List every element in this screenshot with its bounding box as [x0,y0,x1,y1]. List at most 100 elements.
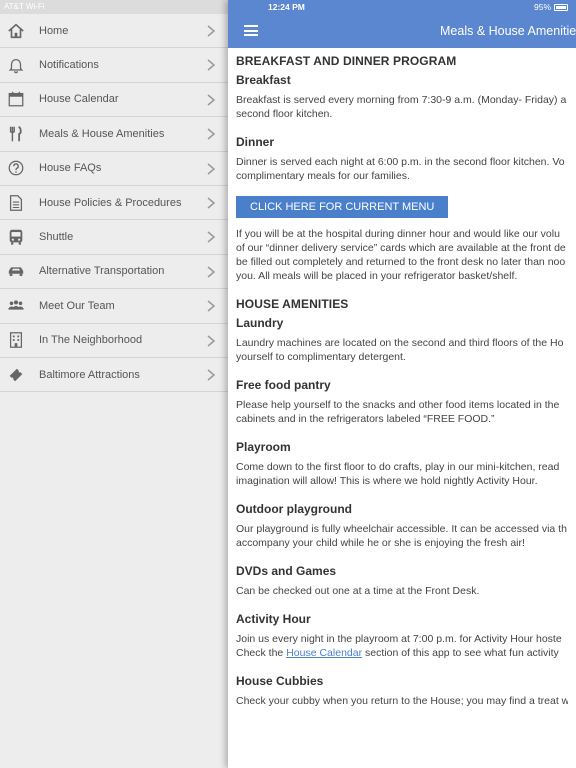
bell-icon [7,56,25,74]
ticket-icon [7,366,25,384]
text-line: Breakfast is served every morning from 7… [236,94,567,106]
building-icon [7,331,25,349]
text-line: second floor kitchen. [236,108,333,120]
playground-heading: Outdoor playground [236,502,352,516]
sidebar-item-label: Notifications [39,59,99,72]
sidebar: AT&T Wi-Fi Home Notifications House Cale… [0,0,228,768]
sidebar-item-label: House Calendar [39,93,119,106]
text-line: Check your cubby when you return to the … [236,695,568,707]
current-menu-button[interactable]: CLICK HERE FOR CURRENT MENU [236,196,449,218]
text-line: If you will be at the hospital during di… [236,228,560,240]
sidebar-status-bar: AT&T Wi-Fi [0,0,228,14]
dinner-text: Dinner is served each night at 6:00 p.m.… [236,155,568,183]
content-area: BREAKFAST AND DINNER PROGRAM Breakfast B… [228,48,568,722]
program-heading: BREAKFAST AND DINNER PROGRAM [236,54,457,68]
amenities-heading: HOUSE AMENITIES [236,297,349,311]
fork-knife-icon [7,125,25,143]
text-line: you. All meals will be placed in your re… [236,270,518,282]
sidebar-item-label: In The Neighborhood [39,334,143,347]
dinner-heading: Dinner [236,135,275,149]
playroom-text: Come down to the first floor to do craft… [236,460,568,488]
text-line: Check the House Calendar section of this… [236,646,568,660]
chevron-right-icon [207,197,216,209]
pantry-heading: Free food pantry [236,378,331,392]
question-icon [7,159,25,177]
status-bar: 12:24 PM 95% [228,0,576,14]
text-line: cabinets and in the refrigerators labele… [236,413,495,425]
battery-fill [556,5,566,9]
sidebar-item-house-calendar[interactable]: House Calendar [0,83,228,118]
sidebar-item-home[interactable]: Home [0,14,228,49]
text-line: imagination will allow! This is where we… [236,475,538,487]
sidebar-item-house-faqs[interactable]: House FAQs [0,152,228,186]
cubbies-heading: House Cubbies [236,674,324,688]
chevron-right-icon [207,162,216,175]
playroom-heading: Playroom [236,440,291,454]
breakfast-heading: Breakfast [236,73,291,87]
text-line: Dinner is served each night at 6:00 p.m.… [236,156,565,168]
sidebar-item-label: Shuttle [39,231,74,244]
bus-icon [7,228,25,246]
navbar: Meals & House Amenities [228,14,576,48]
house-calendar-link[interactable]: House Calendar [286,647,362,659]
sidebar-item-meet-our-team[interactable]: Meet Our Team [0,289,228,324]
sidebar-item-house-policies[interactable]: House Policies & Procedures [0,186,228,221]
sidebar-item-meals-amenities[interactable]: Meals & House Amenities [0,117,228,152]
battery-icon [554,3,568,11]
pantry-text: Please help yourself to the snacks and o… [236,398,568,426]
sidebar-item-label: House FAQs [39,162,102,175]
home-icon [7,22,25,40]
chevron-right-icon [207,334,216,347]
activity-text: Join us every night in the playroom at 7… [236,632,568,660]
sidebar-item-baltimore-attractions[interactable]: Baltimore Attractions [0,358,228,393]
sidebar-menu: Home Notifications House Calendar Meals … [0,14,228,393]
cubbies-text: Check your cubby when you return to the … [236,694,568,708]
dvd-heading: DVDs and Games [236,564,337,578]
text-line: Come down to the first floor to do craft… [236,461,560,473]
sidebar-item-label: Meals & House Amenities [39,127,165,140]
laundry-text: Laundry machines are located on the seco… [236,336,568,364]
chevron-right-icon [207,266,216,278]
breakfast-text: Breakfast is served every morning from 7… [236,93,568,121]
text-line: Our playground is fully wheelchair acces… [236,523,567,535]
carrier-label: AT&T Wi-Fi [4,2,45,11]
page-title: Meals & House Amenities [440,24,576,38]
sidebar-item-label: Meet Our Team [39,299,115,312]
main-panel: 12:24 PM 95% Meals & House Amenities BRE… [228,0,576,768]
car-icon [7,262,25,280]
laundry-heading: Laundry [236,316,284,330]
text-line: Join us every night in the playroom at 7… [236,633,562,645]
chevron-right-icon [207,94,216,106]
sidebar-item-notifications[interactable]: Notifications [0,48,228,83]
delivery-text: If you will be at the hospital during di… [236,227,568,283]
text-line: of our “dinner delivery service” cards w… [236,242,566,254]
sidebar-item-neighborhood[interactable]: In The Neighborhood [0,324,228,358]
sidebar-item-label: Home [39,24,69,37]
calendar-icon [7,90,25,108]
document-icon [7,194,25,212]
text-line: Please help yourself to the snacks and o… [236,399,560,411]
text-line: yourself to complimentary detergent. [236,351,406,363]
sidebar-item-label: House Policies & Procedures [39,196,182,209]
sidebar-item-label: Baltimore Attractions [39,368,140,381]
chevron-right-icon [207,59,216,71]
text-line: accompany your child while he or she is … [236,537,525,549]
text-fragment: section of this app to see what fun acti… [362,647,559,659]
text-line: Laundry machines are located on the seco… [236,337,564,349]
hamburger-menu-icon[interactable] [244,25,258,36]
sidebar-item-shuttle[interactable]: Shuttle [0,220,228,255]
chevron-right-icon [207,25,216,37]
text-line: complimentary meals for our families. [236,170,410,182]
text-line: be filled out completely and returned to… [236,256,566,268]
text-fragment: Check the [236,647,287,659]
activity-heading: Activity Hour [236,612,311,626]
text-line: Can be checked out one at a time at the … [236,585,480,597]
sidebar-item-label: Alternative Transportation [39,265,165,278]
chevron-right-icon [207,128,216,140]
status-time: 12:24 PM [268,2,305,12]
sidebar-item-alternative-transportation[interactable]: Alternative Transportation [0,255,228,290]
chevron-right-icon [207,300,216,312]
dvd-text: Can be checked out one at a time at the … [236,584,568,598]
team-icon [7,297,25,315]
chevron-right-icon [207,231,216,243]
